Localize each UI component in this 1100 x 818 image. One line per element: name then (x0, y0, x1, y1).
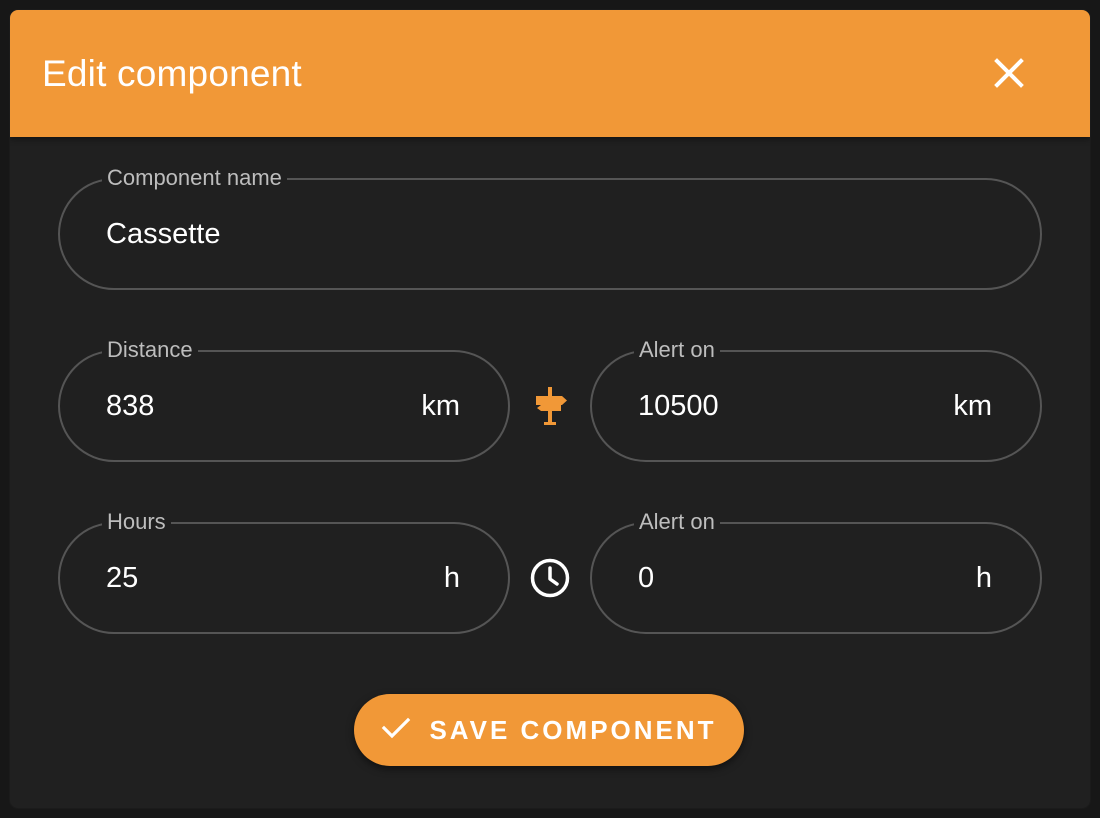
signpost-icon (528, 384, 572, 428)
component-name-field[interactable]: Component name (58, 163, 1042, 290)
component-name-input[interactable] (106, 216, 792, 252)
dialog-header: Edit component (10, 10, 1090, 137)
save-component-button[interactable]: SAVE COMPONENT (354, 694, 744, 766)
close-icon (994, 57, 1024, 93)
clock-icon (528, 556, 572, 600)
distance-input[interactable] (106, 388, 375, 424)
distance-alert-unit: km (953, 390, 992, 422)
save-component-label: SAVE COMPONENT (429, 714, 717, 745)
hours-alert-field[interactable]: Alert on h (590, 507, 1042, 634)
hours-unit: h (443, 562, 460, 594)
hours-field[interactable]: Hours h (58, 507, 510, 634)
distance-field[interactable]: Distance km (58, 335, 510, 462)
dialog-title: Edit component (42, 53, 302, 94)
close-button[interactable] (984, 50, 1034, 100)
hours-label: Hours (102, 507, 171, 537)
distance-alert-label: Alert on (634, 335, 720, 365)
component-name-label: Component name (102, 163, 287, 193)
distance-unit: km (421, 390, 460, 422)
distance-alert-field[interactable]: Alert on km (590, 335, 1042, 462)
hours-alert-input[interactable] (638, 560, 907, 596)
edit-component-dialog: Edit component Component name Distance k… (10, 10, 1090, 808)
check-icon (381, 716, 411, 745)
distance-label: Distance (102, 335, 198, 365)
hours-alert-unit: h (975, 562, 992, 594)
hours-alert-label: Alert on (634, 507, 720, 537)
distance-alert-input[interactable] (638, 388, 907, 424)
hours-input[interactable] (106, 560, 375, 596)
